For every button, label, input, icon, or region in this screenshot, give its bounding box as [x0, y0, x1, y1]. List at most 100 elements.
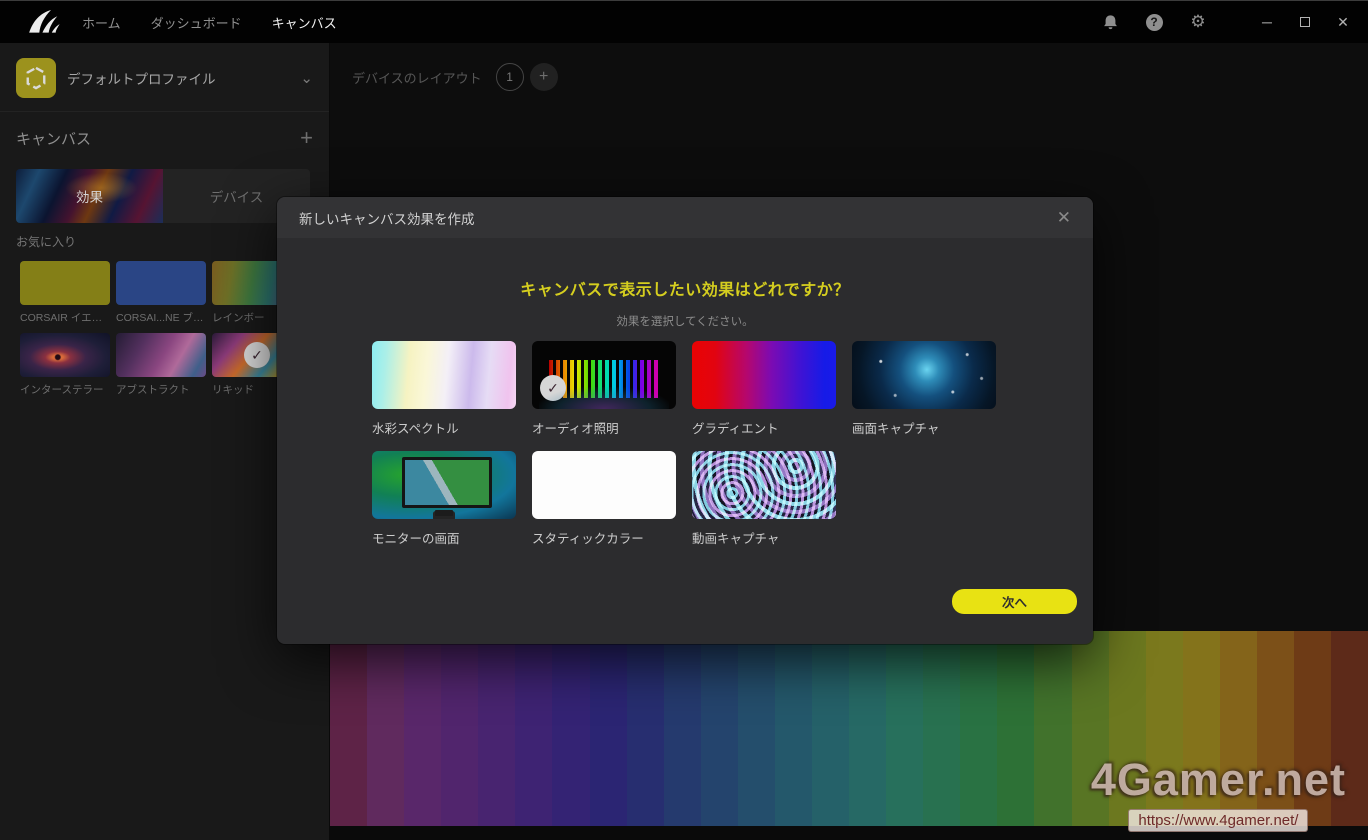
favorites-title: お気に入り	[16, 233, 76, 250]
rainbow-column	[738, 631, 775, 826]
device-layout-label: デバイスのレイアウト	[352, 68, 482, 87]
device-layout-bar: デバイスのレイアウト 1 +	[352, 63, 558, 91]
effect-thumbnail: ✓	[692, 451, 836, 519]
sidebar-tab[interactable]: 効果	[16, 169, 163, 223]
effect-thumbnail: ✓	[532, 341, 676, 409]
effect-option[interactable]: ✓ 水彩スペクトル	[372, 341, 516, 437]
rainbow-column	[1331, 631, 1368, 826]
rainbow-column	[960, 631, 997, 826]
dialog-question: キャンバスで表示したい効果はどれですか？	[277, 276, 1093, 300]
check-icon: ✓	[244, 342, 270, 368]
canvas-section-header: キャンバス +	[16, 125, 313, 151]
create-canvas-effect-dialog: 新しいキャンバス効果を作成 ✕ キャンバスで表示したい効果はどれですか？ 効果を…	[277, 197, 1093, 644]
effect-label: オーディオ照明	[532, 418, 676, 437]
chevron-down-icon: ⌄	[300, 69, 313, 87]
help-icon[interactable]: ?	[1144, 12, 1164, 32]
titlebar-icons: ? ⚙ ─ ✕	[1100, 12, 1368, 32]
rainbow-column	[1109, 631, 1146, 826]
sidebar-tabs: 効果 デバイス	[16, 169, 310, 223]
maximize-button[interactable]	[1298, 15, 1312, 29]
rainbow-column	[552, 631, 589, 826]
next-button[interactable]: 次へ	[952, 589, 1077, 614]
rainbow-column	[1294, 631, 1331, 826]
dialog-close-icon[interactable]: ✕	[1057, 208, 1071, 228]
rainbow-column	[1146, 631, 1183, 826]
rainbow-column	[812, 631, 849, 826]
effect-label: 水彩スペクトル	[372, 418, 516, 437]
rainbow-column	[627, 631, 664, 826]
close-button[interactable]: ✕	[1336, 15, 1350, 29]
effect-option[interactable]: ✓ 動画キャプチャ	[692, 451, 836, 547]
favorite-effect[interactable]: ✓ CORSAI...NE ブルー	[116, 261, 206, 325]
effect-label: スタティックカラー	[532, 528, 676, 547]
settings-gear-icon[interactable]: ⚙	[1188, 12, 1208, 32]
rainbow-column	[515, 631, 552, 826]
layout-1-button[interactable]: 1	[496, 63, 524, 91]
effect-thumbnail: ✓	[692, 341, 836, 409]
sidebar-tab-label: デバイス	[210, 186, 264, 206]
effect-option[interactable]: ✓ グラディエント	[692, 341, 836, 437]
minimize-button[interactable]: ─	[1260, 15, 1274, 29]
canvas-section-title: キャンバス	[16, 128, 91, 149]
nav-tab-label: ダッシュボード	[151, 16, 242, 31]
canvas-bottom-strip	[330, 826, 1368, 840]
favorite-thumbnail: ✓	[20, 261, 110, 305]
window-controls: ─ ✕	[1260, 15, 1350, 29]
check-icon: ✓	[540, 375, 566, 401]
add-layout-plus-icon[interactable]: +	[530, 63, 558, 91]
rainbow-column	[1257, 631, 1294, 826]
effect-thumbnail: ✓	[532, 451, 676, 519]
effect-thumbnail: ✓	[372, 341, 516, 409]
divider	[0, 111, 329, 112]
effects-grid: ✓ 水彩スペクトル ✓ オーディオ照明 ✓ グラディエント	[372, 341, 996, 547]
effect-option[interactable]: ✓ モニターの画面	[372, 451, 516, 547]
rainbow-column	[664, 631, 701, 826]
favorite-thumbnail: ✓	[116, 261, 206, 305]
favorite-thumbnail: ✓	[116, 333, 206, 377]
sidebar-tab-label: 効果	[76, 186, 103, 206]
rainbow-column	[997, 631, 1034, 826]
rainbow-column	[441, 631, 478, 826]
rainbow-column	[701, 631, 738, 826]
dialog-title: 新しいキャンバス効果を作成	[299, 208, 475, 228]
profile-name: デフォルトプロファイル	[67, 68, 216, 88]
nav-tab-label: ホーム	[82, 16, 121, 31]
favorite-label: インターステラー	[20, 382, 110, 397]
effect-thumbnail: ✓	[852, 341, 996, 409]
notifications-bell-icon[interactable]	[1100, 12, 1120, 32]
effect-label: グラディエント	[692, 418, 836, 437]
effect-label: モニターの画面	[372, 528, 516, 547]
dialog-header: 新しいキャンバス効果を作成 ✕	[277, 197, 1093, 238]
rainbow-column	[1220, 631, 1257, 826]
favorite-effect[interactable]: ✓ アブストラクト	[116, 333, 206, 397]
dialog-instruction: 効果を選択してください。	[277, 313, 1093, 329]
rainbow-column	[849, 631, 886, 826]
icue-window: ホーム ダッシュボード キャンバス ? ⚙	[0, 0, 1368, 840]
rainbow-column	[367, 631, 404, 826]
favorite-effect[interactable]: ✓ インターステラー	[20, 333, 110, 397]
main-nav: ホーム ダッシュボード キャンバス	[82, 13, 337, 32]
effect-label: 動画キャプチャ	[692, 528, 836, 547]
effect-thumbnail: ✓	[372, 451, 516, 519]
rainbow-column	[1034, 631, 1071, 826]
add-canvas-plus-icon[interactable]: +	[300, 128, 313, 148]
effect-option[interactable]: ✓ スタティックカラー	[532, 451, 676, 547]
profile-selector[interactable]: デフォルトプロファイル ⌄	[16, 56, 313, 100]
favorite-effect[interactable]: ✓ CORSAIR イエロー	[20, 261, 110, 325]
nav-tab[interactable]: キャンバス	[272, 13, 337, 32]
effect-label: 画面キャプチャ	[852, 418, 996, 437]
nav-tab[interactable]: ホーム	[82, 13, 121, 32]
rainbow-column	[1072, 631, 1109, 826]
favorites-grid: ✓ CORSAIR イエロー ✓ CORSAI...NE ブルー ✓ レインボー	[20, 261, 302, 397]
effect-option[interactable]: ✓ 画面キャプチャ	[852, 341, 996, 437]
rainbow-column	[1183, 631, 1220, 826]
rainbow-column	[404, 631, 441, 826]
nav-tab[interactable]: ダッシュボード	[151, 13, 242, 32]
effect-option[interactable]: ✓ オーディオ照明	[532, 341, 676, 437]
rainbow-canvas-preview	[330, 631, 1368, 826]
maximize-icon	[1300, 17, 1310, 27]
rainbow-column	[478, 631, 515, 826]
favorite-label: アブストラクト	[116, 382, 206, 397]
nav-tab-label: キャンバス	[272, 16, 337, 31]
rainbow-column	[590, 631, 627, 826]
